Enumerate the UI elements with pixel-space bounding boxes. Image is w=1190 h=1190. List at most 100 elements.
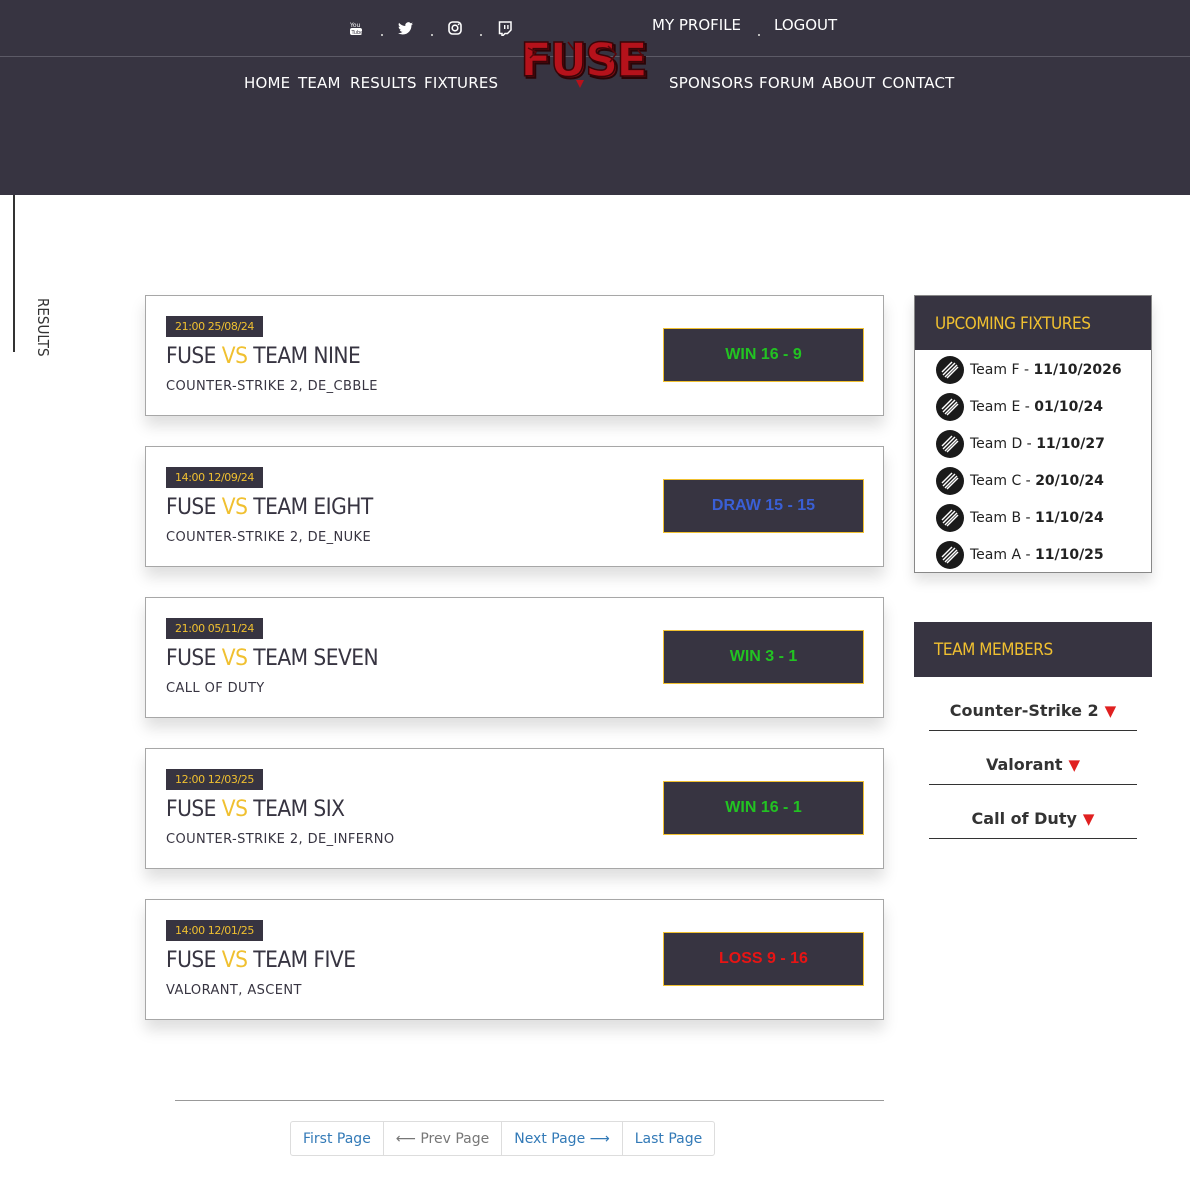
game-name: VALORANT: [166, 983, 239, 998]
prev-page-button[interactable]: ⟵ Prev Page: [384, 1122, 503, 1155]
match-title: FUSE VS TEAM EIGHT: [166, 495, 373, 520]
fixture-team: Team F: [970, 362, 1020, 378]
vs-label: VS: [221, 948, 248, 973]
team-logo-icon: [936, 504, 964, 532]
map-name: ASCENT: [247, 983, 302, 998]
fixture-sep: -: [1022, 436, 1037, 452]
first-page-button[interactable]: First Page: [291, 1122, 384, 1155]
vs-label: VS: [221, 646, 248, 671]
svg-text:You: You: [349, 22, 361, 29]
fixture-team: Team E: [970, 399, 1021, 415]
nav-team[interactable]: TEAM: [298, 74, 341, 92]
match-datetime: 14:00 12/01/25: [166, 920, 264, 941]
match-meta: COUNTER-STRIKE 2, DE_NUKE: [166, 530, 372, 545]
home-team: FUSE: [166, 495, 216, 520]
fixture-date: 11/10/24: [1035, 510, 1104, 526]
site-header: You Tube MY PROFILE LOGOUT HOME TEAM RESU…: [0, 0, 1190, 195]
match-meta: COUNTER-STRIKE 2, DE_CBBLE: [166, 379, 378, 394]
roster-label: Counter-Strike 2: [949, 701, 1099, 720]
fixture-team: Team A: [970, 547, 1022, 563]
opponent-team: TEAM EIGHT: [253, 495, 373, 520]
match-meta: COUNTER-STRIKE 2, DE_INFERNO: [166, 832, 395, 847]
divider-dot: [431, 34, 433, 36]
fixture-item[interactable]: Team A - 11/10/25: [936, 541, 1104, 569]
fixture-date: 20/10/24: [1035, 473, 1104, 489]
last-page-button[interactable]: Last Page: [623, 1122, 715, 1155]
score-button[interactable]: LOSS 9 - 16: [663, 932, 864, 986]
fixture-item[interactable]: Team C - 20/10/24: [936, 467, 1104, 495]
fixture-team: Team B: [970, 510, 1022, 526]
divider-dot: [381, 34, 383, 36]
nav-sponsors[interactable]: SPONSORS: [669, 74, 753, 92]
my-profile-link[interactable]: MY PROFILE: [652, 16, 741, 34]
fixture-item[interactable]: Team D - 11/10/27: [936, 430, 1105, 458]
match-datetime: 21:00 25/08/24: [166, 316, 264, 337]
match-datetime: 12:00 12/03/25: [166, 769, 264, 790]
fixture-text: Team B - 11/10/24: [970, 510, 1104, 526]
result-card: 14:00 12/09/24 FUSE VS TEAM EIGHT COUNTE…: [145, 446, 884, 567]
fixture-date: 11/10/27: [1036, 436, 1105, 452]
match-title: FUSE VS TEAM NINE: [166, 344, 361, 369]
dropdown-arrow-icon: ▼: [1068, 755, 1081, 774]
fixture-sep: -: [1019, 362, 1034, 378]
pagination-divider: [175, 1100, 884, 1101]
team-logo-icon: [936, 356, 964, 384]
pagination: First Page ⟵ Prev Page Next Page ⟶ Last …: [290, 1121, 716, 1156]
upcoming-fixtures-panel: UPCOMING FIXTURES Team F - 11/10/2026 Te…: [914, 295, 1152, 573]
score-button[interactable]: DRAW 15 - 15: [663, 479, 864, 533]
vs-label: VS: [221, 495, 248, 520]
team-members-cs2-toggle[interactable]: Counter-Strike 2 ▼: [929, 691, 1137, 731]
nav-home[interactable]: HOME: [244, 74, 290, 92]
roster-label: Valorant: [985, 755, 1063, 774]
nav-forum[interactable]: FORUM: [759, 74, 815, 92]
game-name: COUNTER-STRIKE 2: [166, 530, 299, 545]
fixture-sep: -: [1021, 473, 1036, 489]
score-button[interactable]: WIN 16 - 9: [663, 328, 864, 382]
nav-fixtures[interactable]: FIXTURES: [424, 74, 498, 92]
match-datetime: 21:00 05/11/24: [166, 618, 264, 639]
fixture-text: Team D - 11/10/27: [970, 436, 1105, 452]
match-title: FUSE VS TEAM SEVEN: [166, 646, 379, 671]
svg-text:FUSE: FUSE: [520, 33, 645, 87]
fixture-text: Team F - 11/10/2026: [970, 362, 1122, 378]
logout-link[interactable]: LOGOUT: [774, 16, 837, 34]
nav-about[interactable]: ABOUT: [822, 74, 875, 92]
map-name: DE_NUKE: [307, 530, 372, 545]
game-name: COUNTER-STRIKE 2: [166, 379, 299, 394]
match-title: FUSE VS TEAM SIX: [166, 797, 345, 822]
fuse-logo[interactable]: FUSE FUSE: [508, 28, 658, 90]
team-members-header: TEAM MEMBERS: [914, 622, 1152, 677]
opponent-team: TEAM FIVE: [253, 948, 356, 973]
fixture-sep: -: [1021, 510, 1036, 526]
instagram-icon[interactable]: [445, 18, 465, 38]
fixture-item[interactable]: Team B - 11/10/24: [936, 504, 1104, 532]
fixture-item[interactable]: Team E - 01/10/24: [936, 393, 1103, 421]
map-name: DE_CBBLE: [307, 379, 378, 394]
result-card: 14:00 12/01/25 FUSE VS TEAM FIVE VALORAN…: [145, 899, 884, 1020]
fixture-item[interactable]: Team F - 11/10/2026: [936, 356, 1122, 384]
team-members-title: TEAM MEMBERS: [934, 640, 1053, 660]
youtube-icon[interactable]: You Tube: [346, 18, 366, 38]
match-meta: CALL OF DUTY: [166, 681, 265, 696]
twitter-icon[interactable]: [395, 18, 415, 38]
fixture-team: Team D: [970, 436, 1023, 452]
nav-contact[interactable]: CONTACT: [882, 74, 955, 92]
dropdown-arrow-icon: ▼: [1104, 701, 1117, 720]
opponent-team: TEAM SEVEN: [253, 646, 379, 671]
fixture-date: 11/10/2026: [1033, 362, 1122, 378]
fixture-date: 01/10/24: [1034, 399, 1103, 415]
vs-label: VS: [221, 344, 248, 369]
nav-results[interactable]: RESULTS: [350, 74, 417, 92]
divider-dot: [758, 34, 760, 36]
score-button[interactable]: WIN 16 - 1: [663, 781, 864, 835]
next-page-button[interactable]: Next Page ⟶: [502, 1122, 623, 1155]
match-title: FUSE VS TEAM FIVE: [166, 948, 356, 973]
divider-dot: [480, 34, 482, 36]
team-members-valorant-toggle[interactable]: Valorant ▼: [929, 745, 1137, 785]
score-button[interactable]: WIN 3 - 1: [663, 630, 864, 684]
team-members-cod-toggle[interactable]: Call of Duty ▼: [929, 799, 1137, 839]
vs-label: VS: [221, 797, 248, 822]
team-logo-icon: [936, 467, 964, 495]
match-datetime: 14:00 12/09/24: [166, 467, 264, 488]
fixture-text: Team C - 20/10/24: [970, 473, 1104, 489]
